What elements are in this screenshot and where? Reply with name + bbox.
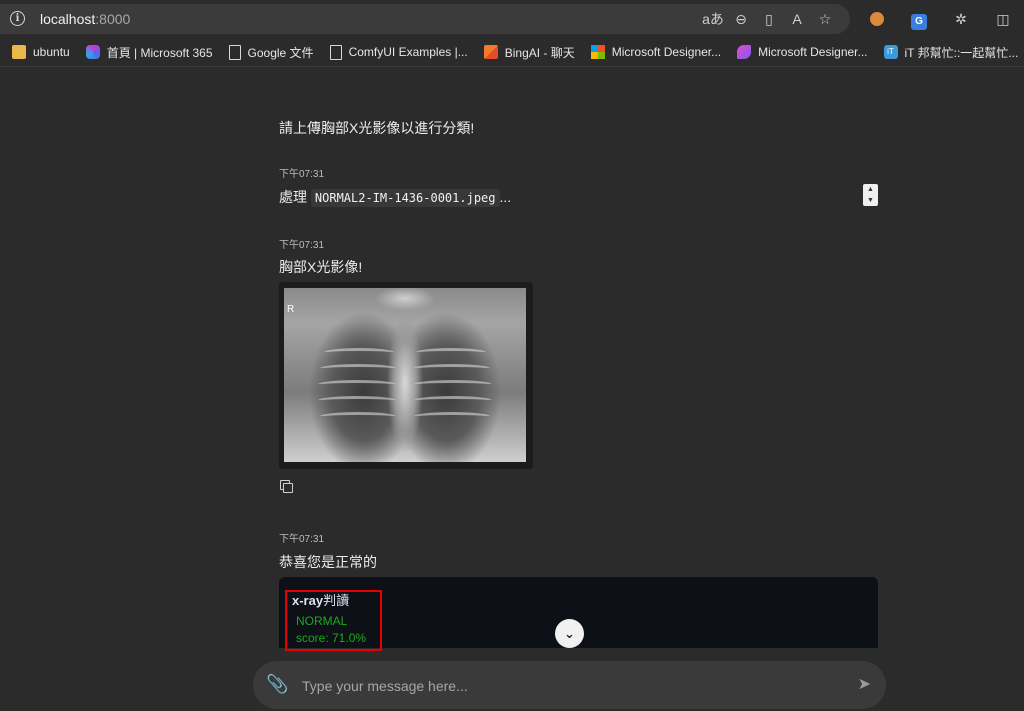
read-aloud-translate-icon[interactable]: aあ: [702, 9, 724, 29]
result-message: 恭喜您是正常的: [279, 554, 377, 570]
bookmarks-bar: ubuntu 首頁 | Microsoft 365 Google 文件 Comf…: [0, 38, 1024, 67]
result-score: score: 71.0%: [296, 631, 367, 645]
scroll-down-button[interactable]: ⌄: [555, 619, 584, 648]
microsoft365-icon: [85, 45, 100, 59]
url-text[interactable]: localhost:8000: [40, 11, 130, 27]
read-aloud-icon[interactable]: A: [786, 9, 808, 29]
bookmark-ithome[interactable]: iT iT 邦幫忙::一起幫忙...: [883, 44, 1018, 61]
folder-icon: [12, 45, 26, 59]
chevron-up-icon[interactable]: ▲: [867, 186, 874, 193]
message-timestamp: 下午07:31: [279, 534, 325, 545]
browser-toolbar: i localhost:8000 aあ ⊖ ▯ A ☆ G ✲ ◫: [0, 0, 1024, 38]
paperclip-icon[interactable]: 📎: [266, 674, 288, 695]
bookmark-google-docs[interactable]: Google 文件: [228, 44, 314, 61]
chest-xray-image: R: [284, 288, 526, 462]
filename-code: NORMAL2-IM-1436-0001.jpeg: [310, 189, 500, 207]
chevron-down-icon[interactable]: ▼: [867, 197, 874, 204]
message-composer: 📎 ➤: [253, 661, 886, 709]
translate-extension-icon[interactable]: G: [898, 9, 940, 30]
message-timestamp: 下午07:31: [279, 240, 325, 251]
cookie-extension-icon[interactable]: [856, 9, 898, 29]
message-timestamp: 下午07:31: [279, 169, 325, 180]
split-screen-icon[interactable]: ◫: [982, 9, 1024, 29]
document-icon: [228, 44, 241, 60]
bookmark-microsoft-designer-2[interactable]: Microsoft Designer...: [737, 45, 868, 59]
extensions-icon[interactable]: ✲: [940, 9, 982, 29]
bing-icon: [483, 45, 498, 59]
bookmark-ubuntu[interactable]: ubuntu: [12, 45, 70, 59]
result-label: NORMAL: [296, 614, 348, 628]
address-bar[interactable]: i localhost:8000 aあ ⊖ ▯ A ☆: [0, 4, 850, 34]
page-icon[interactable]: ▯: [758, 9, 780, 29]
scroll-stepper[interactable]: ▲ ▼: [863, 184, 878, 206]
send-icon[interactable]: ➤: [858, 674, 871, 694]
result-title: x-ray判讀: [292, 593, 350, 608]
bookmark-microsoft-designer[interactable]: Microsoft Designer...: [590, 45, 721, 59]
designer-icon: [737, 45, 752, 59]
copy-icon[interactable]: [280, 480, 293, 493]
message-input[interactable]: [300, 673, 844, 699]
favorite-star-icon[interactable]: ☆: [814, 9, 836, 29]
ithome-icon: iT: [883, 45, 898, 59]
xray-caption: 胸部X光影像!: [279, 259, 363, 275]
bookmark-microsoft365[interactable]: 首頁 | Microsoft 365: [85, 44, 213, 61]
xray-marker: R: [287, 304, 295, 315]
document-icon: [329, 44, 342, 60]
bookmark-bingai[interactable]: BingAI - 聊天: [483, 44, 575, 61]
site-info-icon[interactable]: i: [10, 11, 25, 26]
zoom-out-icon[interactable]: ⊖: [730, 9, 752, 29]
microsoft-logo-icon: [590, 45, 605, 59]
bookmark-comfyui[interactable]: ComfyUI Examples |...: [329, 44, 468, 60]
chevron-down-icon: ⌄: [564, 626, 575, 641]
processing-message: 處理 NORMAL2-IM-1436-0001.jpeg...: [279, 189, 512, 207]
intro-message: 請上傳胸部X光影像以進行分類!: [279, 120, 475, 136]
